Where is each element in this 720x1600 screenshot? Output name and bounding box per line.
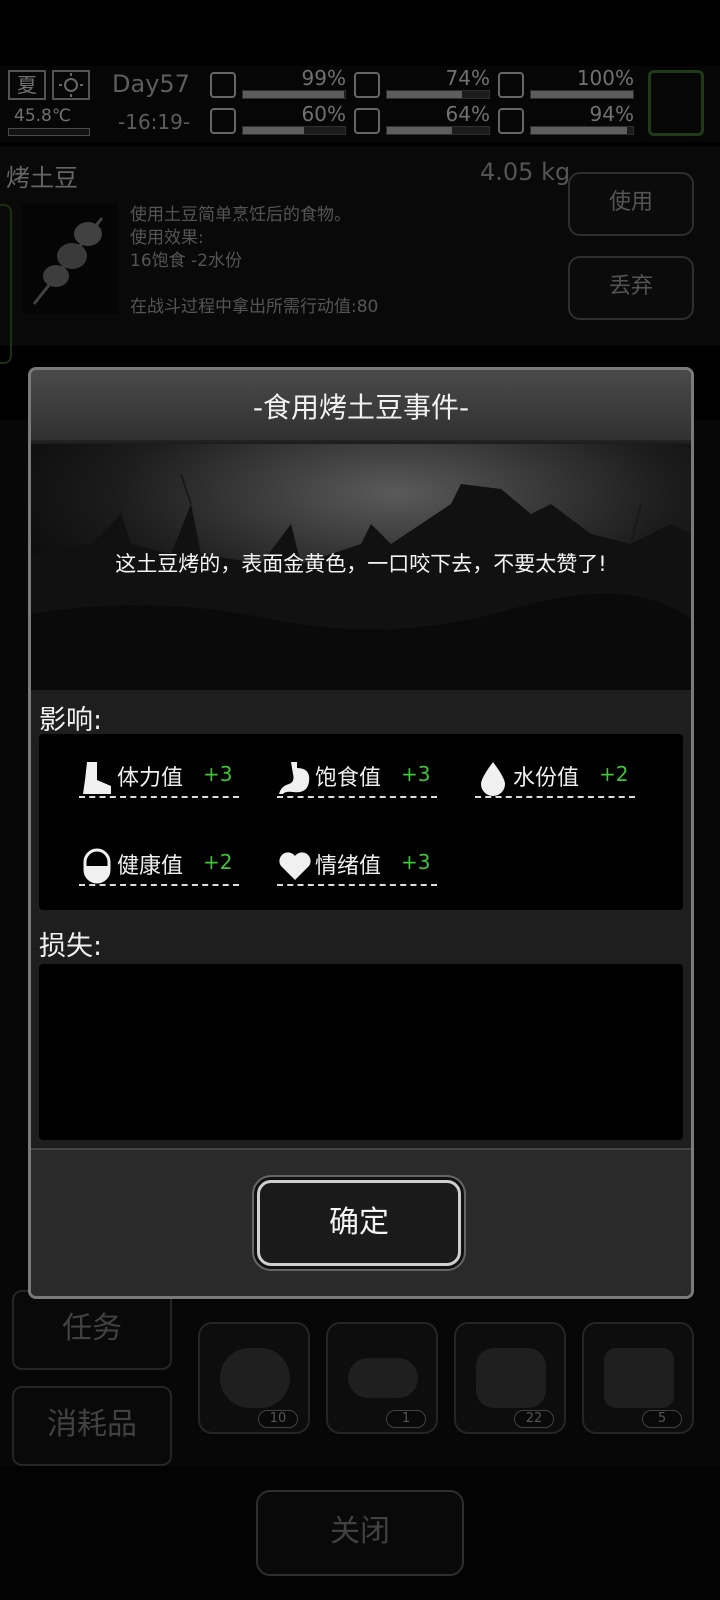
event-dialog: -食用烤土豆事件- 这土豆烤的，表面金黄色，一口咬下去，不要太赞了! 影响: 体… xyxy=(28,367,694,1299)
effect-value: +3 xyxy=(401,850,431,874)
effect-value: +2 xyxy=(203,850,233,874)
effect-label: 体力值 xyxy=(117,766,184,791)
effect-hydration: 水份值 +2 xyxy=(475,754,635,798)
dialog-header: -食用烤土豆事件- xyxy=(31,370,691,442)
effect-label: 健康值 xyxy=(117,854,184,879)
boot-icon xyxy=(83,762,111,794)
stomach-icon xyxy=(279,762,310,794)
event-description: 这土豆烤的，表面金黄色，一口咬下去，不要太赞了! xyxy=(115,552,607,576)
effect-satiety: 饱食值 +3 xyxy=(277,754,437,798)
heart-icon xyxy=(279,852,311,880)
effect-label: 饱食值 xyxy=(315,766,382,791)
loss-heading: 损失: xyxy=(39,931,103,962)
effect-stamina: 体力值 +3 xyxy=(79,754,239,798)
water-drop-icon xyxy=(481,762,505,796)
confirm-button[interactable]: 确定 xyxy=(257,1180,461,1266)
effect-value: +2 xyxy=(599,762,629,786)
effect-value: +3 xyxy=(401,762,431,786)
pill-icon xyxy=(83,848,111,884)
effects-heading: 影响: xyxy=(39,705,103,736)
effect-mood: 情绪值 +3 xyxy=(277,842,437,886)
effect-label: 水份值 xyxy=(513,766,580,791)
dialog-title: -食用烤土豆事件- xyxy=(252,391,470,424)
loss-panel xyxy=(39,964,683,1140)
effect-health: 健康值 +2 xyxy=(79,842,239,886)
event-scene-image: 这土豆烤的，表面金黄色，一口咬下去，不要太赞了! xyxy=(31,444,691,690)
dialog-footer: 确定 xyxy=(31,1148,691,1296)
effect-value: +3 xyxy=(203,762,233,786)
effects-panel: 体力值 +3 饱食值 +3 水份值 +2 健康值 +2 情绪值 +3 xyxy=(39,734,683,910)
effect-label: 情绪值 xyxy=(315,854,382,879)
